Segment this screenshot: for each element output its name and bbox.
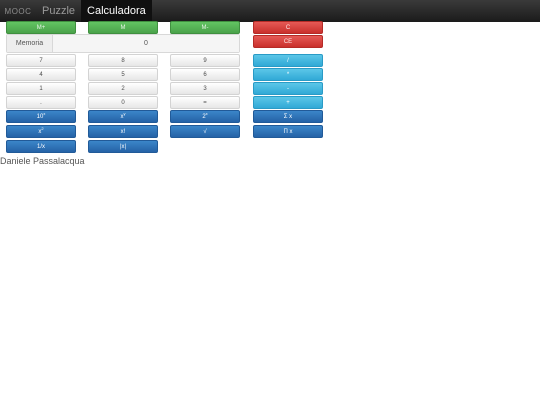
ten-power-exp: x [43, 111, 46, 116]
decimal-button[interactable]: . [6, 96, 76, 109]
x-power-y-exp: y [123, 111, 126, 116]
digit-7-button[interactable]: 7 [6, 54, 76, 67]
author-name: Daniele Passalacqua [0, 156, 85, 166]
subtract-button[interactable]: - [253, 82, 323, 95]
memory-subtract-button[interactable]: M- [170, 21, 240, 34]
digit-5-button[interactable]: 5 [88, 68, 158, 81]
inverse-button[interactable]: 1/x [6, 140, 76, 153]
digit-4-button[interactable]: 4 [6, 68, 76, 81]
brand-logo[interactable]: MOOC [0, 0, 36, 22]
digit-2-button[interactable]: 2 [88, 82, 158, 95]
sqrt-button[interactable]: √ [170, 125, 240, 138]
memory-label: Memoria [7, 35, 53, 52]
two-power-exp: x [205, 111, 208, 116]
multiply-button[interactable]: * [253, 68, 323, 81]
digit-1-button[interactable]: 1 [6, 82, 76, 95]
square-exp: 2 [41, 126, 44, 131]
ten-power-button[interactable]: 10x [6, 110, 76, 123]
digit-3-button[interactable]: 3 [170, 82, 240, 95]
digit-0-button[interactable]: 0 [88, 96, 158, 109]
memory-display: Memoria 0 [6, 34, 240, 53]
memory-recall-button[interactable]: M [88, 21, 158, 34]
clear-button[interactable]: C [253, 21, 323, 34]
nav-item-calculadora[interactable]: Calculadora [81, 0, 152, 22]
memory-add-button[interactable]: M+ [6, 21, 76, 34]
abs-button[interactable]: |x| [88, 140, 158, 153]
x-power-y-button[interactable]: xy [88, 110, 158, 123]
equals-button[interactable]: = [170, 96, 240, 109]
add-button[interactable]: + [253, 96, 323, 109]
square-button[interactable]: x2 [6, 125, 76, 138]
factorial-button[interactable]: x! [88, 125, 158, 138]
digit-8-button[interactable]: 8 [88, 54, 158, 67]
digit-9-button[interactable]: 9 [170, 54, 240, 67]
product-button[interactable]: Π x [253, 125, 323, 138]
clear-entry-button[interactable]: CE [253, 35, 323, 48]
top-navbar: MOOC Puzzle Calculadora [0, 0, 540, 22]
sum-button[interactable]: Σ x [253, 110, 323, 123]
divide-button[interactable]: / [253, 54, 323, 67]
nav-item-puzzle[interactable]: Puzzle [36, 0, 81, 22]
digit-6-button[interactable]: 6 [170, 68, 240, 81]
two-power-button[interactable]: 2x [170, 110, 240, 123]
memory-value: 0 [53, 35, 239, 52]
